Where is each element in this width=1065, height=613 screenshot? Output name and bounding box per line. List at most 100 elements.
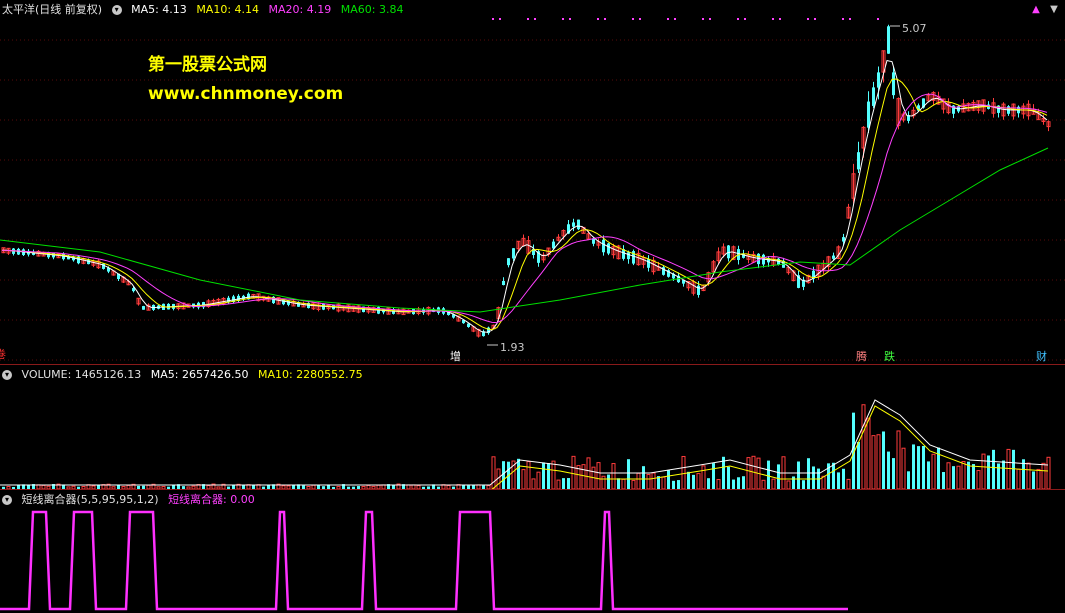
volume-bar xyxy=(931,453,936,489)
signal-dot xyxy=(674,18,676,20)
event-marker-die[interactable]: 跌 xyxy=(884,348,895,364)
volume-bar xyxy=(607,474,610,489)
volume-bar xyxy=(1041,462,1046,489)
event-marker-zeng[interactable]: 增 xyxy=(450,348,461,364)
signal-dot xyxy=(849,18,851,20)
candle-body xyxy=(607,243,610,254)
chevron-down-icon[interactable]: ▾ xyxy=(2,495,12,505)
volume-bar xyxy=(1016,468,1021,489)
volume-bar xyxy=(946,462,951,489)
volume-bar xyxy=(701,465,706,489)
signal-dot xyxy=(492,18,494,20)
volume-bar xyxy=(956,465,961,489)
volume-bar xyxy=(882,431,885,489)
candle-body xyxy=(857,152,860,170)
volume-bar xyxy=(961,461,966,489)
volume-bar xyxy=(797,461,800,489)
volume-bar xyxy=(611,463,616,489)
volume-bar xyxy=(727,466,730,489)
volume-bar xyxy=(892,458,895,489)
indicator-header: ▾ 短线离合器(5,5,95,95,1,2) 短线离合器: 0.00 xyxy=(2,492,261,508)
volume-bar xyxy=(821,475,826,489)
volume-bar xyxy=(562,478,565,489)
volume-bar xyxy=(601,475,606,489)
candle-body xyxy=(502,280,505,286)
volume-bar xyxy=(556,479,561,489)
ma20-label: MA20: 4.19 xyxy=(268,3,332,16)
ma20-line xyxy=(1,93,1048,324)
volume-bar xyxy=(812,466,815,489)
volume-bar xyxy=(617,478,620,489)
signal-dot xyxy=(709,18,711,20)
watermark-url: www.chnmoney.com xyxy=(148,84,344,104)
up-arrow-icon[interactable]: ▲ xyxy=(1030,4,1042,16)
stock-title: 太平洋(日线 前复权) xyxy=(2,3,103,16)
volume-bar xyxy=(927,461,930,489)
volume-bar xyxy=(1046,456,1051,489)
volume-bar xyxy=(746,457,751,489)
ma60-line xyxy=(0,147,1049,313)
volume-ma5-label: MA5: 2657426.50 xyxy=(150,368,249,381)
signal-dot xyxy=(604,18,606,20)
volume-bar xyxy=(596,462,601,489)
volume-bar xyxy=(987,455,990,489)
volume-bar xyxy=(857,441,860,489)
candle-body xyxy=(512,248,515,259)
volume-bar xyxy=(521,469,526,489)
watermark-title: 第一股票公式网 xyxy=(148,55,267,75)
volume-bar xyxy=(972,464,975,489)
volume-bar xyxy=(887,451,890,489)
volume-bar xyxy=(646,474,651,489)
volume-bar xyxy=(536,471,541,489)
volume-bar xyxy=(907,471,910,489)
volume-bar xyxy=(866,417,871,489)
event-marker-left[interactable]: 卷 xyxy=(0,346,6,362)
volume-bar xyxy=(651,472,656,489)
event-marker-cai[interactable]: 财 xyxy=(1036,348,1047,364)
volume-bar xyxy=(621,478,626,489)
volume-pane[interactable]: ▾ VOLUME: 1465126.13 MA5: 2657426.50 MA1… xyxy=(0,364,1065,489)
volume-bar xyxy=(547,463,550,489)
volume-bar xyxy=(912,444,915,489)
volume-bar xyxy=(571,455,576,489)
volume-bar xyxy=(531,478,536,489)
candle-body xyxy=(602,239,605,253)
volume-bar xyxy=(567,478,570,489)
down-arrow-icon[interactable]: ▼ xyxy=(1048,4,1060,16)
signal-dot xyxy=(807,18,809,20)
signal-dot xyxy=(779,18,781,20)
signal-dot xyxy=(702,18,704,20)
volume-bar xyxy=(707,478,710,489)
candle-body xyxy=(647,259,650,268)
volume-bar xyxy=(922,445,925,489)
volume-bar xyxy=(876,434,881,489)
volume-bar xyxy=(1002,460,1005,489)
signal-dot xyxy=(499,18,501,20)
volume-bar xyxy=(792,476,795,489)
volume-ma10-line xyxy=(491,405,1049,489)
signal-dot xyxy=(534,18,536,20)
chevron-down-icon[interactable]: ▾ xyxy=(111,5,122,15)
price-header: 太平洋(日线 前复权) ▾ MA5: 4.13 MA10: 4.14 MA20:… xyxy=(2,2,409,18)
volume-bar xyxy=(952,466,955,489)
volume-bar xyxy=(491,456,496,489)
chevron-down-icon[interactable]: ▾ xyxy=(2,370,12,380)
event-marker-teng[interactable]: 腾 xyxy=(856,348,867,364)
candle-body xyxy=(867,101,870,128)
indicator-pane[interactable]: ▾ 短线离合器(5,5,95,95,1,2) 短线离合器: 0.00 xyxy=(0,489,1065,613)
candle-body xyxy=(892,72,895,96)
signal-dot xyxy=(772,18,774,20)
volume-bar xyxy=(627,459,630,489)
candle-body xyxy=(727,245,730,259)
volume-bar xyxy=(771,478,776,489)
volume-bar xyxy=(976,470,981,489)
candle-body xyxy=(142,306,145,310)
volume-bar xyxy=(1032,471,1035,489)
signal-dot xyxy=(527,18,529,20)
volume-bar xyxy=(742,476,745,489)
candle-body xyxy=(887,26,890,54)
volume-bar xyxy=(672,480,675,489)
price-chart-pane[interactable]: 太平洋(日线 前复权) ▾ MA5: 4.13 MA10: 4.14 MA20:… xyxy=(0,0,1065,363)
volume-bar xyxy=(837,472,840,489)
volume-bar xyxy=(667,470,670,489)
